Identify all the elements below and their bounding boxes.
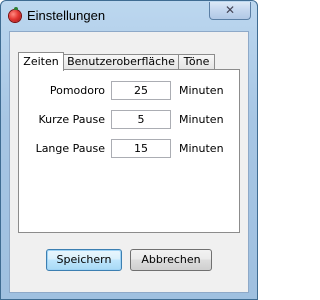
short-break-input[interactable]: 5 xyxy=(111,110,171,129)
close-icon: ✕ xyxy=(224,3,236,17)
save-button[interactable]: Speichern xyxy=(46,249,122,271)
long-break-input[interactable]: 15 xyxy=(111,139,171,158)
cancel-button[interactable]: Abbrechen xyxy=(130,249,212,271)
title-bar[interactable]: Einstellungen ✕ xyxy=(1,1,257,31)
long-break-label: Lange Pause xyxy=(35,142,105,155)
short-break-unit: Minuten xyxy=(179,113,224,126)
tab-zeiten[interactable]: Zeiten xyxy=(18,52,64,71)
tab-benutzeroberflaeche[interactable]: Benutzeroberfläche xyxy=(63,54,179,70)
close-button[interactable]: ✕ xyxy=(209,2,251,20)
pomodoro-unit: Minuten xyxy=(179,84,224,97)
pomodoro-label: Pomodoro xyxy=(49,84,105,97)
tab-panel-zeiten: Pomodoro 25 Minuten Kurze Pause 5 Minute… xyxy=(18,69,240,233)
setting-row-short-break: Kurze Pause 5 Minuten xyxy=(19,110,239,130)
long-break-unit: Minuten xyxy=(179,142,224,155)
tomato-icon xyxy=(9,7,21,22)
settings-window: Einstellungen ✕ Zeiten Benutzeroberfläch… xyxy=(0,0,258,300)
setting-row-pomodoro: Pomodoro 25 Minuten xyxy=(19,81,239,101)
window-title: Einstellungen xyxy=(27,8,106,23)
dialog-body: Zeiten Benutzeroberfläche Töne Pomodoro … xyxy=(9,31,249,293)
tab-toene[interactable]: Töne xyxy=(178,54,215,70)
setting-row-long-break: Lange Pause 15 Minuten xyxy=(19,139,239,159)
short-break-label: Kurze Pause xyxy=(38,113,105,126)
pomodoro-input[interactable]: 25 xyxy=(111,81,171,100)
